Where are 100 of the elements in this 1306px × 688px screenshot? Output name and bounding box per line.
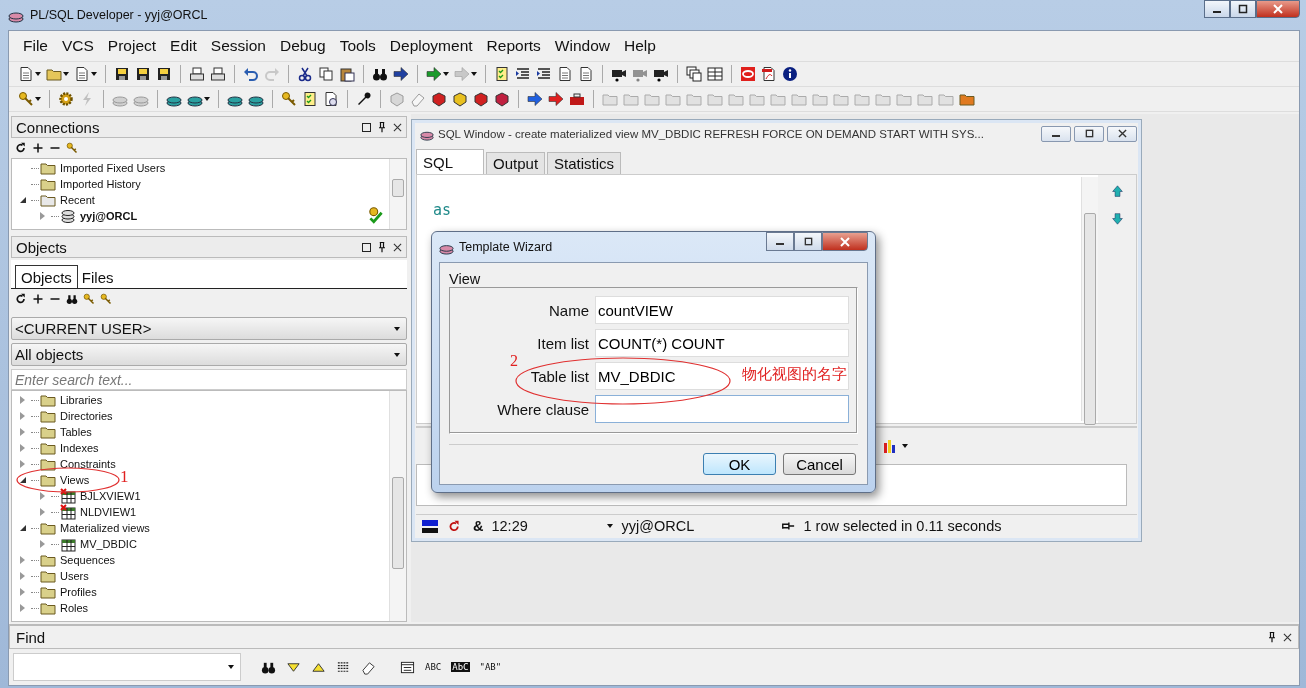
key-icon[interactable] [18, 91, 34, 107]
caret-icon[interactable] [35, 72, 41, 76]
text-option-button[interactable]: AbC [451, 662, 470, 672]
pin-icon[interactable] [376, 121, 388, 133]
arrow-icon[interactable] [527, 91, 543, 107]
float-icon[interactable] [362, 242, 371, 252]
tree-item[interactable]: Sequences [60, 554, 116, 566]
scrollbar[interactable] [389, 391, 406, 621]
printer-icon[interactable] [210, 66, 226, 82]
search-field[interactable]: Enter search text... [11, 369, 407, 390]
menu-item[interactable]: Tools [339, 37, 376, 55]
document-icon[interactable] [74, 66, 90, 82]
input-field[interactable] [595, 395, 849, 423]
expander-icon[interactable] [20, 525, 26, 531]
minimize-button[interactable] [766, 232, 794, 251]
binoculars-icon[interactable] [372, 66, 388, 82]
key-icon[interactable] [100, 293, 112, 305]
menu-item[interactable]: Window [554, 37, 610, 55]
input-field[interactable]: countVIEW [595, 296, 849, 324]
caret-icon[interactable] [63, 72, 69, 76]
text-option-button[interactable]: "AB" [479, 662, 502, 672]
key-icon[interactable] [66, 142, 78, 154]
maximize-button[interactable] [1230, 0, 1256, 18]
caret-icon[interactable] [204, 97, 210, 101]
text-option-button[interactable]: ABC [425, 662, 442, 672]
arrow-icon[interactable] [426, 66, 442, 82]
tree-item[interactable]: Users [60, 570, 89, 582]
close-icon[interactable] [393, 242, 402, 252]
tree-item[interactable]: Imported History [60, 178, 141, 190]
caret-icon[interactable] [443, 72, 449, 76]
tree-item[interactable]: Libraries [60, 394, 103, 406]
input-field[interactable]: COUNT(*) COUNT [595, 329, 849, 357]
pin-icon[interactable] [376, 241, 388, 253]
down-arrow-icon[interactable] [1110, 211, 1124, 225]
maximize-button[interactable] [794, 232, 822, 251]
oval-logo-icon[interactable] [740, 66, 756, 82]
expander-icon[interactable] [20, 197, 26, 203]
binoculars-icon[interactable] [66, 293, 78, 305]
refresh-icon[interactable] [15, 142, 27, 154]
tree-item[interactable]: BJLXVIEW1 [80, 490, 141, 502]
add-icon[interactable] [32, 293, 44, 305]
scrollbar[interactable] [1081, 176, 1098, 422]
copy-icon[interactable] [318, 66, 334, 82]
caret-icon[interactable] [607, 524, 614, 529]
up-arrow-icon[interactable] [1110, 184, 1124, 198]
form-icon[interactable] [400, 659, 415, 675]
tree-item[interactable]: NLDVIEW1 [80, 506, 137, 518]
caret-icon[interactable] [35, 97, 41, 101]
wrench-icon[interactable] [356, 91, 372, 107]
close-button[interactable] [1256, 0, 1300, 18]
cancel-button[interactable]: Cancel [783, 453, 856, 475]
cube-icon[interactable] [452, 91, 468, 107]
close-button[interactable] [1107, 125, 1137, 142]
undo-icon[interactable] [243, 66, 259, 82]
tab[interactable]: Objects [15, 265, 78, 288]
document-icon[interactable] [557, 66, 573, 82]
key-icon[interactable] [83, 293, 95, 305]
add-icon[interactable] [32, 142, 44, 154]
tree-item[interactable]: Recent [60, 194, 95, 206]
info-icon[interactable] [782, 66, 798, 82]
ok-button[interactable]: OK [703, 453, 776, 475]
folder-icon[interactable] [46, 66, 62, 82]
tree-item[interactable]: Directories [60, 410, 113, 422]
eraser-icon[interactable] [361, 659, 376, 675]
pdf-icon[interactable] [761, 66, 777, 82]
windows-icon[interactable] [686, 66, 702, 82]
paste-icon[interactable] [339, 66, 355, 82]
float-icon[interactable] [362, 122, 371, 132]
menu-item[interactable]: VCS [62, 37, 94, 55]
grid-icon[interactable] [707, 66, 723, 82]
close-icon[interactable] [393, 122, 402, 132]
caret-icon[interactable] [471, 72, 477, 76]
tab[interactable]: Files [77, 267, 118, 288]
document-icon[interactable] [578, 66, 594, 82]
toolbox-icon[interactable] [569, 91, 585, 107]
menu-item[interactable]: Help [624, 37, 656, 55]
caret-icon[interactable] [902, 444, 908, 449]
checklist-icon[interactable] [302, 91, 318, 107]
arrow-icon[interactable] [393, 66, 409, 82]
cube-icon[interactable] [494, 91, 510, 107]
gear-icon[interactable] [58, 91, 74, 107]
refresh-icon[interactable] [15, 293, 27, 305]
tree-item[interactable]: Constraints [60, 458, 116, 470]
pin-icon[interactable] [1266, 631, 1278, 643]
document-icon[interactable] [18, 66, 34, 82]
menu-item[interactable]: Edit [170, 37, 197, 55]
cut-icon[interactable] [297, 66, 313, 82]
printer-icon[interactable] [189, 66, 205, 82]
owner-dropdown[interactable]: <CURRENT USER> [11, 317, 407, 340]
menu-item[interactable]: Project [107, 37, 157, 55]
key-icon[interactable] [281, 91, 297, 107]
tab[interactable]: Statistics [547, 151, 622, 174]
menu-item[interactable]: Debug [280, 37, 326, 55]
tab[interactable]: Output [486, 151, 546, 174]
checklist-icon[interactable] [494, 66, 510, 82]
minimize-button[interactable] [1041, 125, 1071, 142]
close-icon[interactable] [1283, 632, 1292, 642]
expander-icon[interactable] [20, 477, 26, 483]
menu-item[interactable]: Reports [486, 37, 541, 55]
tab[interactable]: SQL [416, 148, 484, 174]
